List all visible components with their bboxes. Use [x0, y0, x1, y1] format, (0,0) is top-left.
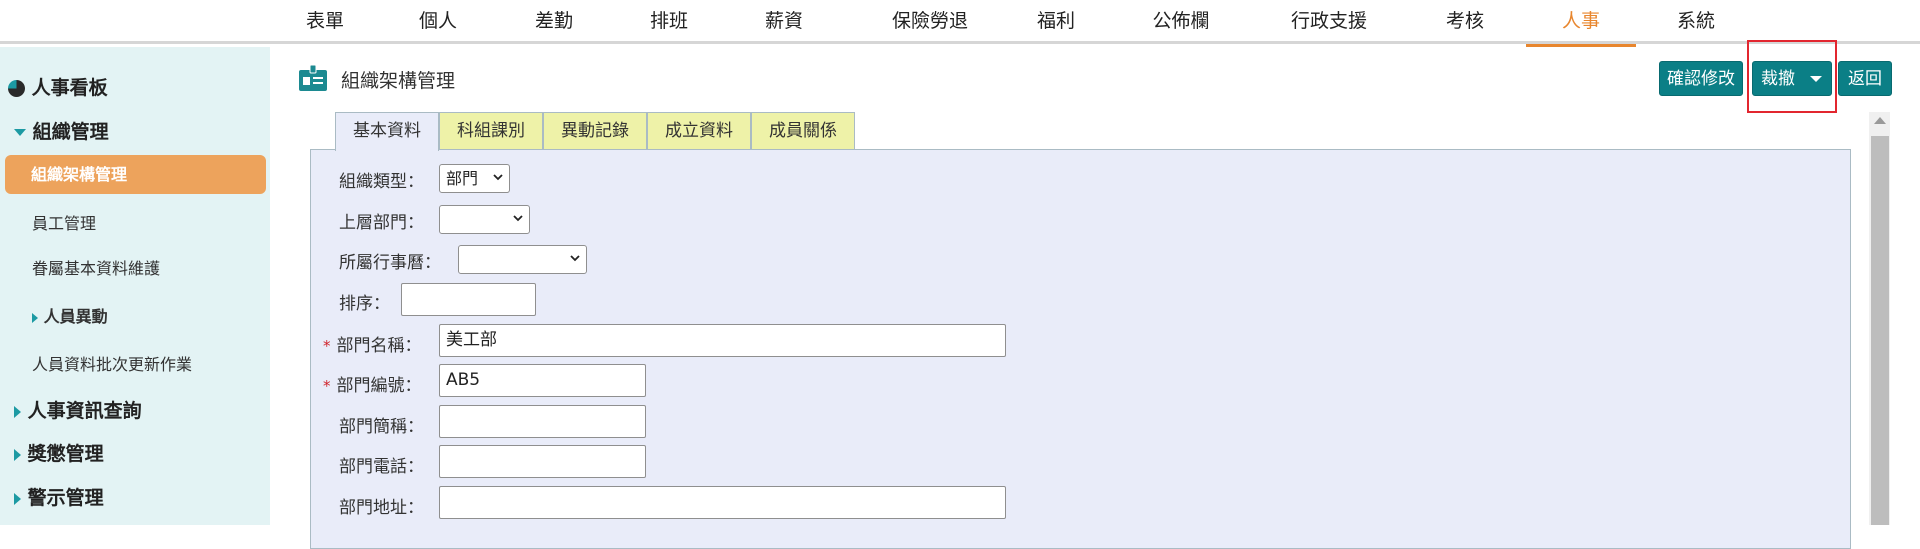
nav-admin-support[interactable]: 行政支援 [1259, 0, 1399, 44]
sidebar-item-label: 人事資訊查詢 [27, 400, 142, 422]
required-mark: * [323, 377, 331, 395]
sidebar-item-reward-mgmt[interactable]: 獎懲管理 [0, 439, 270, 466]
sidebar-item-label: 警示管理 [27, 487, 104, 509]
confirm-edit-button[interactable]: 確認修改 [1659, 61, 1743, 96]
sidebar-item-personnel-change[interactable]: 人員異動 [0, 303, 270, 327]
sidebar-item-employee-mgmt[interactable]: 員工管理 [0, 210, 270, 234]
nav-welfare[interactable]: 福利 [1001, 0, 1111, 44]
caret-right-icon [32, 312, 38, 323]
nav-scheduling[interactable]: 排班 [614, 0, 724, 44]
tab-basic-info[interactable]: 基本資料 [335, 112, 439, 151]
dept-abbr-label: 部門簡稱： [339, 417, 424, 437]
sidebar-item-label: 人事看板 [31, 77, 108, 99]
dept-code-label-text: 部門編號： [336, 376, 422, 396]
sort-input[interactable] [401, 283, 536, 316]
highlight-box [1747, 40, 1837, 113]
org-type-value: 部門 [446, 169, 479, 188]
nav-hr[interactable]: 人事 [1526, 0, 1636, 47]
sidebar-item-org-chart-mgmt[interactable]: 組織架構管理 [5, 155, 266, 194]
nav-payroll[interactable]: 薪資 [729, 0, 839, 44]
calendar-label: 所屬行事曆： [339, 253, 441, 273]
caret-down-icon [14, 129, 26, 136]
top-navigation: 表單 個人 差勤 排班 薪資 保險勞退 福利 公佈欄 行政支援 考核 人事 系統 [0, 0, 1920, 47]
nav-system[interactable]: 系統 [1641, 0, 1751, 44]
nav-forms[interactable]: 表單 [270, 0, 380, 44]
tab-sections[interactable]: 科組課別 [439, 112, 543, 150]
caret-right-icon [14, 405, 21, 418]
dept-code-input[interactable]: AB5 [439, 364, 646, 397]
caret-right-icon [14, 492, 21, 505]
nav-attendance[interactable]: 差勤 [499, 0, 609, 44]
dept-name-label-text: 部門名稱： [336, 336, 422, 356]
nav-evaluation[interactable]: 考核 [1410, 0, 1520, 44]
dept-name-label: * 部門名稱： [323, 331, 422, 356]
pie-chart-icon [8, 80, 25, 97]
sidebar-item-hr-query[interactable]: 人事資訊查詢 [0, 396, 270, 423]
chevron-down-icon [513, 215, 523, 222]
scroll-up-arrow-icon[interactable] [1874, 117, 1886, 124]
caret-right-icon [14, 448, 21, 461]
tab-establishment[interactable]: 成立資料 [647, 112, 751, 150]
dept-address-input[interactable] [439, 486, 1006, 519]
nav-bulletin[interactable]: 公佈欄 [1126, 0, 1236, 44]
dept-name-input[interactable]: 美工部 [439, 324, 1006, 357]
tab-change-log[interactable]: 異動記錄 [543, 112, 647, 150]
sidebar-item-dependent-data[interactable]: 眷屬基本資料維護 [0, 255, 270, 279]
sidebar-item-batch-update[interactable]: 人員資料批次更新作業 [0, 351, 270, 375]
sidebar-item-label: 獎懲管理 [27, 443, 104, 465]
org-type-select[interactable]: 部門 [439, 164, 510, 193]
back-button[interactable]: 返回 [1838, 61, 1892, 96]
nav-personal[interactable]: 個人 [383, 0, 493, 44]
chevron-down-icon [570, 255, 580, 262]
dept-abbr-input[interactable] [439, 405, 646, 438]
sidebar-item-dashboard[interactable]: 人事看板 [0, 73, 270, 100]
page-title: 組織架構管理 [341, 70, 456, 92]
nav-insurance[interactable]: 保險勞退 [865, 0, 995, 44]
required-mark: * [323, 337, 331, 355]
sidebar: 人事看板 組織管理 組織架構管理 員工管理 眷屬基本資料維護 人員異動 人員資料… [0, 47, 270, 525]
tab-member-relations[interactable]: 成員關係 [751, 112, 855, 150]
parent-dept-label: 上層部門： [339, 213, 424, 233]
dept-phone-input[interactable] [439, 445, 646, 478]
dept-address-label: 部門地址： [339, 498, 424, 518]
org-card-icon [299, 64, 327, 91]
parent-dept-select[interactable] [439, 205, 530, 234]
sort-label: 排序： [339, 294, 390, 314]
org-type-label: 組織類型： [339, 172, 424, 192]
dept-code-label: * 部門編號： [323, 371, 422, 396]
scrollbar-thumb[interactable] [1871, 136, 1889, 525]
sidebar-item-warning-mgmt[interactable]: 警示管理 [0, 483, 270, 510]
calendar-select[interactable] [458, 245, 587, 274]
chevron-down-icon [493, 174, 503, 181]
sidebar-item-label: 人員異動 [43, 307, 108, 326]
sidebar-item-label: 組織管理 [32, 121, 109, 143]
dept-phone-label: 部門電話： [339, 457, 424, 477]
sidebar-item-org-mgmt[interactable]: 組織管理 [0, 117, 270, 144]
